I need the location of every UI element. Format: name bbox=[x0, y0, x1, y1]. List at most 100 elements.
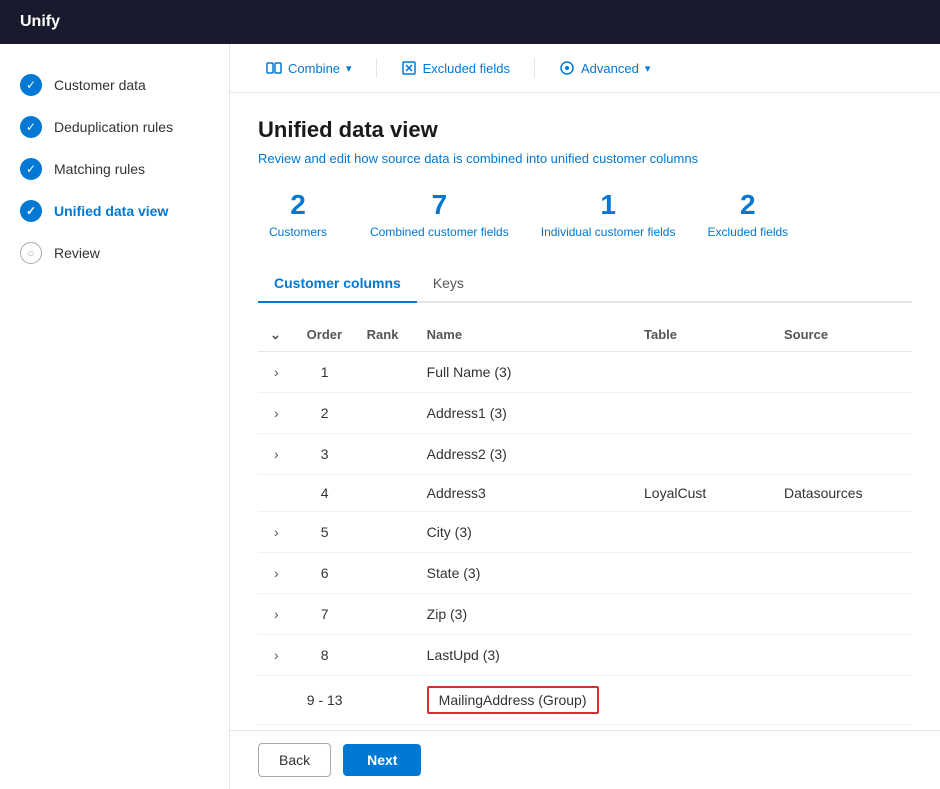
stat-individual-number: 1 bbox=[600, 190, 616, 221]
source-cell bbox=[772, 511, 912, 552]
source-cell bbox=[772, 351, 912, 392]
combine-button[interactable]: Combine ▾ bbox=[254, 54, 364, 82]
table-row: › 2 Address1 (3) bbox=[258, 392, 912, 433]
step-icon-unified: ✓ bbox=[20, 200, 42, 222]
table-row: 4Address3LoyalCustDatasources bbox=[258, 474, 912, 511]
excluded-fields-icon bbox=[401, 60, 417, 76]
page-title: Unified data view bbox=[258, 117, 912, 143]
sidebar-label-unified: Unified data view bbox=[54, 203, 168, 219]
order-cell: 4 bbox=[295, 474, 355, 511]
order-cell: 1 bbox=[295, 351, 355, 392]
step-icon-dedup: ✓ bbox=[20, 116, 42, 138]
back-button[interactable]: Back bbox=[258, 743, 331, 777]
advanced-chevron-icon: ▾ bbox=[645, 62, 651, 75]
order-cell: 2 bbox=[295, 392, 355, 433]
table-row: › 8 LastUpd (3) bbox=[258, 634, 912, 675]
sidebar-item-unified-data-view[interactable]: ✓ Unified data view bbox=[0, 190, 229, 232]
stat-excluded-number: 2 bbox=[740, 190, 756, 221]
advanced-button[interactable]: Advanced ▾ bbox=[547, 54, 662, 82]
expand-button[interactable]: › bbox=[270, 444, 283, 464]
source-cell bbox=[772, 675, 912, 724]
sidebar-label-matching: Matching rules bbox=[54, 161, 145, 177]
name-cell: MailingAddress (Group) bbox=[415, 675, 632, 724]
name-cell: Address3 bbox=[415, 474, 632, 511]
expand-button[interactable]: › bbox=[270, 403, 283, 423]
page-content: Unified data view Review and edit how so… bbox=[230, 93, 940, 730]
combine-icon bbox=[266, 60, 282, 76]
page-subtitle: Review and edit how source data is combi… bbox=[258, 151, 912, 166]
toolbar-sep-1 bbox=[376, 58, 377, 78]
name-cell: Address1 (3) bbox=[415, 392, 632, 433]
content-area: Combine ▾ Excluded fields Advanced bbox=[230, 44, 940, 789]
stats-row: 2 Customers 7 Combined customer fields 1… bbox=[258, 190, 912, 239]
order-cell: 8 bbox=[295, 634, 355, 675]
order-cell: 3 bbox=[295, 433, 355, 474]
sidebar-item-deduplication-rules[interactable]: ✓ Deduplication rules bbox=[0, 106, 229, 148]
expand-button[interactable]: › bbox=[270, 522, 283, 542]
sidebar: ✓ Customer data ✓ Deduplication rules ✓ … bbox=[0, 44, 230, 789]
rank-cell bbox=[355, 351, 415, 392]
next-button[interactable]: Next bbox=[343, 744, 421, 776]
expand-button[interactable]: › bbox=[270, 362, 283, 382]
expand-cell bbox=[258, 474, 295, 511]
col-rank-header: Rank bbox=[355, 319, 415, 352]
table-cell bbox=[632, 351, 772, 392]
stat-combined-number: 7 bbox=[432, 190, 448, 221]
stat-combined: 7 Combined customer fields bbox=[370, 190, 509, 239]
sidebar-label-customer-data: Customer data bbox=[54, 77, 146, 93]
step-icon-customer-data: ✓ bbox=[20, 74, 42, 96]
name-cell: LastUpd (3) bbox=[415, 634, 632, 675]
expand-button[interactable]: › bbox=[270, 604, 283, 624]
col-order-header[interactable]: Order bbox=[295, 319, 355, 352]
table-row: 9 - 13MailingAddress (Group) bbox=[258, 675, 912, 724]
expand-cell: › bbox=[258, 634, 295, 675]
order-cell: 6 bbox=[295, 552, 355, 593]
stat-excluded-label: Excluded fields bbox=[707, 225, 788, 239]
excluded-fields-button[interactable]: Excluded fields bbox=[389, 54, 522, 82]
source-cell bbox=[772, 433, 912, 474]
expand-cell: › bbox=[258, 392, 295, 433]
col-name-header: Name bbox=[415, 319, 632, 352]
tab-customer-columns[interactable]: Customer columns bbox=[258, 267, 417, 303]
rank-cell bbox=[355, 474, 415, 511]
name-cell: Address2 (3) bbox=[415, 433, 632, 474]
mailing-address-highlighted[interactable]: MailingAddress (Group) bbox=[427, 686, 599, 714]
sidebar-item-matching-rules[interactable]: ✓ Matching rules bbox=[0, 148, 229, 190]
step-icon-review: ○ bbox=[20, 242, 42, 264]
sidebar-item-customer-data[interactable]: ✓ Customer data bbox=[0, 64, 229, 106]
name-cell: Zip (3) bbox=[415, 593, 632, 634]
rank-cell bbox=[355, 552, 415, 593]
name-cell: Full Name (3) bbox=[415, 351, 632, 392]
expand-cell: › bbox=[258, 433, 295, 474]
expand-button[interactable]: › bbox=[270, 645, 283, 665]
expand-button[interactable]: › bbox=[270, 563, 283, 583]
table-cell bbox=[632, 392, 772, 433]
sidebar-item-review[interactable]: ○ Review bbox=[0, 232, 229, 274]
source-cell bbox=[772, 593, 912, 634]
table-cell bbox=[632, 593, 772, 634]
rank-cell bbox=[355, 634, 415, 675]
tabs-row: Customer columns Keys bbox=[258, 267, 912, 303]
rank-cell bbox=[355, 433, 415, 474]
table-cell bbox=[632, 552, 772, 593]
toolbar: Combine ▾ Excluded fields Advanced bbox=[230, 44, 940, 93]
stat-combined-label: Combined customer fields bbox=[370, 225, 509, 239]
expand-cell: › bbox=[258, 593, 295, 634]
order-cell: 5 bbox=[295, 511, 355, 552]
toolbar-sep-2 bbox=[534, 58, 535, 78]
table-cell bbox=[632, 433, 772, 474]
table-row: › 3 Address2 (3) bbox=[258, 433, 912, 474]
name-cell: City (3) bbox=[415, 511, 632, 552]
data-table: ⌄ Order Rank Name Table bbox=[258, 319, 912, 725]
expand-cell bbox=[258, 675, 295, 724]
sidebar-label-dedup: Deduplication rules bbox=[54, 119, 173, 135]
stat-excluded: 2 Excluded fields bbox=[707, 190, 788, 239]
rank-cell bbox=[355, 675, 415, 724]
stat-individual-label: Individual customer fields bbox=[541, 225, 676, 239]
main-layout: ✓ Customer data ✓ Deduplication rules ✓ … bbox=[0, 44, 940, 789]
table-header-row: ⌄ Order Rank Name Table bbox=[258, 319, 912, 352]
advanced-icon bbox=[559, 60, 575, 76]
name-cell: State (3) bbox=[415, 552, 632, 593]
tab-keys[interactable]: Keys bbox=[417, 267, 480, 303]
table-row: ›7Zip (3) bbox=[258, 593, 912, 634]
